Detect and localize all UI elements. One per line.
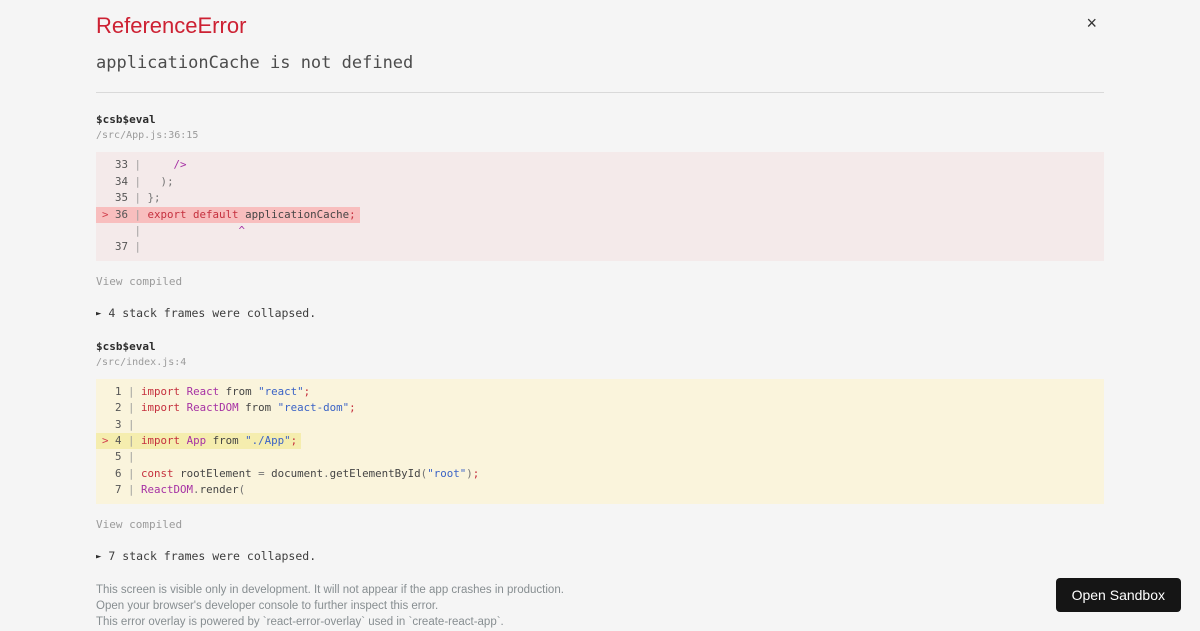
collapsed-frames-toggle[interactable]: ► 7 stack frames were collapsed. xyxy=(96,549,1104,563)
collapsed-frames-toggle[interactable]: ► 4 stack frames were collapsed. xyxy=(96,306,1104,320)
code-frame: 33 | /> 34 | ); 35 | }; > 36 | export def… xyxy=(96,152,1104,261)
frame-file-location: /src/index.js:4 xyxy=(96,356,187,368)
code-line: 5 | xyxy=(102,450,142,464)
frame-file-location: /src/App.js:36:15 xyxy=(96,130,199,142)
footer-line-powered-by: This error overlay is powered by `react-… xyxy=(96,616,504,629)
footer-line-development: This screen is visible only in developme… xyxy=(96,583,564,596)
code-line: 6 | const rootElement = document.getElem… xyxy=(102,466,480,480)
code-frame: 1 | import React from "react"; 2 | impor… xyxy=(96,378,1104,504)
frame-function-name: $csb$eval xyxy=(96,339,156,353)
code-line: 7 | ReactDOM.render( xyxy=(102,483,246,497)
error-overlay: × ReferenceError applicationCache is not… xyxy=(0,0,1200,631)
divider xyxy=(96,92,1104,94)
view-compiled-link[interactable]: View compiled xyxy=(96,518,1104,531)
code-line: > 4 | import App from "./App"; xyxy=(96,432,1104,450)
footer-line-console: Open your browser's developer console to… xyxy=(96,599,439,612)
stack-frame-header: $csb$eval/src/index.js:4 xyxy=(96,340,1104,368)
code-line: > 36 | export default applicationCache; xyxy=(96,206,1104,223)
view-compiled-link[interactable]: View compiled xyxy=(96,275,1104,288)
collapse-arrow-icon: ► xyxy=(96,308,102,319)
code-line: 3 | xyxy=(102,417,142,431)
code-line: 1 | import React from "react"; xyxy=(102,384,311,398)
close-icon[interactable]: × xyxy=(1086,14,1097,32)
collapsed-frames-label: 7 stack frames were collapsed. xyxy=(108,548,317,563)
code-line: 35 | }; xyxy=(102,191,161,205)
code-line: | ^ xyxy=(134,223,246,237)
code-line: 33 | /> xyxy=(102,158,187,172)
collapse-arrow-icon: ► xyxy=(96,551,102,562)
stack-frames: $csb$eval/src/App.js:36:15 33 | /> 34 | … xyxy=(96,113,1104,563)
open-sandbox-button[interactable]: Open Sandbox xyxy=(1055,578,1181,612)
collapsed-frames-label: 4 stack frames were collapsed. xyxy=(108,305,317,320)
footer-note: This screen is visible only in developme… xyxy=(96,582,1104,631)
error-title: ReferenceError xyxy=(96,13,247,38)
error-message: applicationCache is not defined xyxy=(96,53,414,74)
code-line: 37 | xyxy=(102,240,148,254)
code-line: 2 | import ReactDOM from "react-dom"; xyxy=(102,401,356,415)
code-line: 34 | ); xyxy=(102,174,174,188)
frame-function-name: $csb$eval xyxy=(96,113,156,127)
stack-frame-header: $csb$eval/src/App.js:36:15 xyxy=(96,113,1104,141)
